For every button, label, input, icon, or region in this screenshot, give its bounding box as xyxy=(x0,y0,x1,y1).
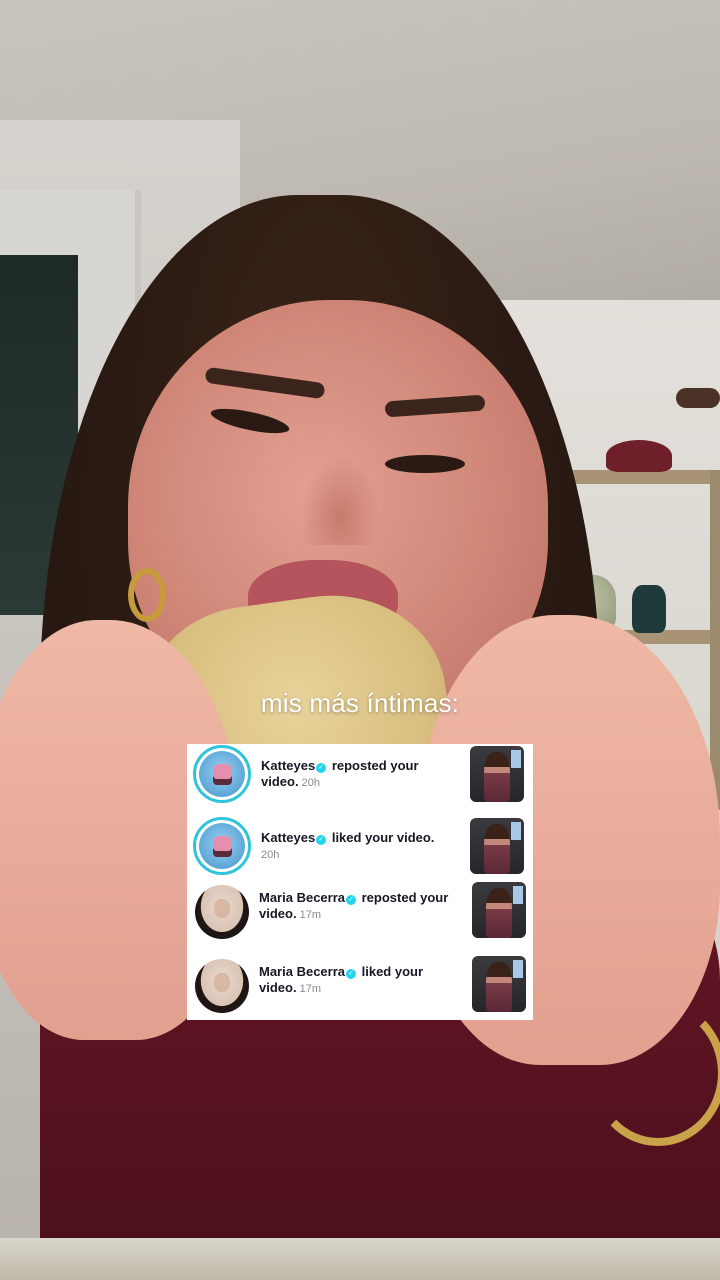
nose xyxy=(300,455,380,545)
verified-badge-icon: ✓ xyxy=(346,895,356,905)
verified-badge-icon: ✓ xyxy=(316,835,327,845)
thumbnail-window xyxy=(511,750,521,768)
video-caption: mis más íntimas: xyxy=(260,688,460,718)
avatar-image xyxy=(195,959,249,1013)
bracelet xyxy=(590,1000,720,1146)
avatar-face xyxy=(214,899,230,919)
thumbnail-window xyxy=(513,960,523,978)
cake-icon xyxy=(212,763,233,786)
thumbnail-window xyxy=(513,886,523,904)
notification-username: Maria Becerra xyxy=(259,964,345,979)
notification-action: liked your xyxy=(361,964,424,979)
notification-time: 17m xyxy=(299,983,321,995)
notification-action-cont: video. xyxy=(259,906,297,921)
video-thumbnail xyxy=(472,956,526,1012)
table-edge xyxy=(0,1238,720,1280)
notification-username: Maria Becerra xyxy=(259,890,345,905)
avatar-image xyxy=(199,751,245,797)
notification-item: Katteyes ✓ liked your video. 20h xyxy=(187,816,533,885)
notification-time: 20h xyxy=(261,849,280,861)
thumbnail-window xyxy=(511,822,521,840)
avatar-image xyxy=(195,885,249,939)
eye-right xyxy=(385,455,465,473)
notification-username: Katteyes xyxy=(261,830,316,845)
cake-icon xyxy=(212,835,233,858)
notification-item: Maria Becerra ✓ reposted your video. 17m xyxy=(187,880,533,949)
video-thumbnail xyxy=(470,746,524,802)
verified-badge-icon: ✓ xyxy=(346,969,356,979)
portrait-avatar xyxy=(195,885,249,939)
video-background xyxy=(0,0,720,1280)
notification-text: Katteyes ✓ reposted your video. 20h xyxy=(261,758,457,791)
notification-action-cont: video. xyxy=(261,774,299,789)
birthday-cake-avatar xyxy=(193,817,251,875)
notification-action: reposted your xyxy=(361,890,449,905)
notification-username: Katteyes xyxy=(261,758,316,773)
thumbnail-person xyxy=(484,824,510,874)
notification-item: Maria Becerra ✓ liked your video. 17m xyxy=(187,954,533,1023)
hat-on-shelf xyxy=(606,440,672,472)
notification-text: Katteyes ✓ liked your video. 20h xyxy=(261,830,457,863)
notification-action: reposted your xyxy=(331,758,419,773)
video-thumbnail xyxy=(470,818,524,874)
earring xyxy=(128,568,166,622)
notification-time: 20h xyxy=(301,777,320,789)
verified-badge-icon: ✓ xyxy=(316,763,327,773)
notification-screenshot: Katteyes ✓ reposted your video. 20h Kattey… xyxy=(187,744,533,1020)
avatar-image xyxy=(199,823,245,869)
notification-text: Maria Becerra ✓ reposted your video. 17m xyxy=(259,890,459,923)
avatar-face xyxy=(214,973,230,993)
portrait-avatar xyxy=(195,959,249,1013)
notification-action-cont: video. xyxy=(259,980,297,995)
notification-text: Maria Becerra ✓ liked your video. 17m xyxy=(259,964,459,997)
video-thumbnail xyxy=(472,882,526,938)
thumbnail-person xyxy=(486,962,512,1012)
curtain-rod xyxy=(676,388,720,408)
thumbnail-person xyxy=(486,888,512,938)
bottle xyxy=(632,585,666,633)
notification-time: 17m xyxy=(299,909,321,921)
notification-action: liked your video. xyxy=(331,830,435,845)
video-frame[interactable]: mis más íntimas: Katteyes ✓ reposted your… xyxy=(0,0,720,1280)
notification-item: Katteyes ✓ reposted your video. 20h xyxy=(187,744,533,813)
birthday-cake-avatar xyxy=(193,745,251,803)
thumbnail-person xyxy=(484,752,510,802)
